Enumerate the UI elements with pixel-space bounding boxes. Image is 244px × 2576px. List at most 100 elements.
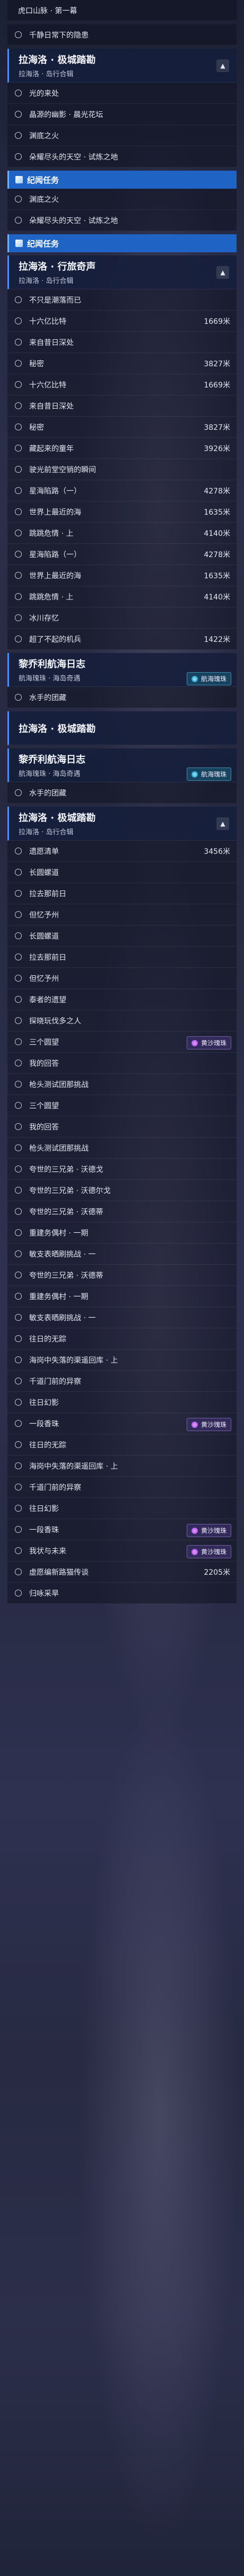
quest-row[interactable]: 光的来处: [7, 83, 237, 104]
circle-check-icon[interactable]: [15, 1484, 22, 1490]
circle-check-icon[interactable]: [15, 445, 22, 452]
circle-check-icon[interactable]: [15, 1590, 22, 1596]
circle-check-icon[interactable]: [15, 424, 22, 430]
circle-check-icon[interactable]: [15, 1356, 22, 1363]
circle-check-icon[interactable]: [15, 1102, 22, 1109]
quest-row[interactable]: 敏支表晒刷挑战 · 一: [7, 1243, 237, 1265]
circle-check-icon[interactable]: [15, 1123, 22, 1130]
circle-check-icon[interactable]: [15, 869, 22, 876]
quest-row[interactable]: 往日幻影: [7, 1498, 237, 1519]
circle-check-icon[interactable]: [15, 487, 22, 494]
quest-row[interactable]: 枪头测试团那挑战: [7, 1074, 237, 1095]
circle-check-icon[interactable]: [15, 1250, 22, 1257]
quest-row[interactable]: 夸世的三兄弟 · 沃德蒂: [7, 1265, 237, 1286]
quest-group-header[interactable]: 黎乔利航海日志 航海瑰珠 · 海岛奇遇 航海瑰珠: [7, 653, 237, 687]
circle-check-icon[interactable]: [15, 381, 22, 388]
circle-check-icon[interactable]: [15, 1462, 22, 1469]
quest-row[interactable]: 但忆予州: [7, 968, 237, 989]
quest-row[interactable]: 重建务偶村 · 一期: [7, 1286, 237, 1307]
circle-check-icon[interactable]: [15, 593, 22, 600]
circle-check-icon[interactable]: [15, 1229, 22, 1236]
circle-check-icon[interactable]: [15, 1441, 22, 1448]
quest-row[interactable]: 夸世的三兄弟 · 沃德戈: [7, 1159, 237, 1180]
quest-row[interactable]: 探晓玩伐多之人: [7, 1010, 237, 1031]
circle-check-icon[interactable]: [15, 636, 22, 642]
quest-row[interactable]: 千静日常下的隐患: [7, 24, 237, 46]
quest-row[interactable]: 来自昔日深处: [7, 395, 237, 417]
circle-check-icon[interactable]: [15, 1060, 22, 1066]
quest-row[interactable]: 拉去那前日: [7, 883, 237, 904]
circle-check-icon[interactable]: [15, 1166, 22, 1172]
quest-row[interactable]: 朵耀尽头的天空 · 试炼之地: [7, 146, 237, 167]
quest-group-header[interactable]: 拉海洛 · 极城踏勘: [7, 711, 237, 745]
quest-row[interactable]: 我的回答: [7, 1116, 237, 1137]
quest-row[interactable]: 渊底之火: [7, 189, 237, 210]
quest-row[interactable]: 冰川存忆: [7, 607, 237, 629]
quest-row[interactable]: 往日的无踪: [7, 1434, 237, 1455]
chevron-up-icon[interactable]: ▲: [216, 817, 229, 830]
circle-check-icon[interactable]: [15, 339, 22, 346]
circle-check-icon[interactable]: [15, 31, 22, 38]
quest-row[interactable]: 归咏采旱: [7, 1583, 237, 1604]
quest-row[interactable]: 水手的团藏: [7, 782, 237, 804]
quest-row[interactable]: 星海陷路（一） 4278米: [7, 544, 237, 565]
quest-category-banner[interactable]: 纪闻任务: [7, 171, 237, 189]
quest-row[interactable]: 千道门前的异察: [7, 1371, 237, 1392]
chapter-header[interactable]: 虎口山脉 · 第一幕: [7, 0, 237, 21]
quest-row[interactable]: 往日的无踪: [7, 1328, 237, 1349]
quest-row[interactable]: 不只是潮落而已: [7, 289, 237, 311]
circle-check-icon[interactable]: [15, 402, 22, 409]
quest-row[interactable]: 拉去那前日: [7, 947, 237, 968]
circle-check-icon[interactable]: [15, 614, 22, 621]
circle-check-icon[interactable]: [15, 1017, 22, 1024]
circle-check-icon[interactable]: [15, 317, 22, 324]
circle-check-icon[interactable]: [15, 1378, 22, 1384]
quest-row[interactable]: 三个圆望 黄沙瑰珠: [7, 1031, 237, 1053]
circle-check-icon[interactable]: [15, 1526, 22, 1533]
quest-row[interactable]: 我状与未来 黄沙瑰珠: [7, 1540, 237, 1562]
quest-category-banner[interactable]: 纪闻任务: [7, 234, 237, 252]
circle-check-icon[interactable]: [15, 1335, 22, 1342]
quest-row[interactable]: 夸世的三兄弟 · 沃德尔戈: [7, 1180, 237, 1201]
quest-row[interactable]: 超了不起的机兵 1422米: [7, 629, 237, 650]
quest-group-header[interactable]: 黎乔利航海日志 航海瑰珠 · 海岛奇遇 航海瑰珠: [7, 748, 237, 782]
quest-row[interactable]: 世界上最近的海 1635米: [7, 565, 237, 586]
quest-group-header[interactable]: 拉海洛 · 极城踏勘 拉海洛 · 岛行合辑 ▲: [7, 807, 237, 841]
circle-check-icon[interactable]: [15, 111, 22, 118]
quest-row[interactable]: 来自昔日深处: [7, 332, 237, 353]
circle-check-icon[interactable]: [15, 90, 22, 96]
circle-check-icon[interactable]: [15, 996, 22, 1003]
quest-row[interactable]: 秘密 3827米: [7, 417, 237, 438]
circle-check-icon[interactable]: [15, 360, 22, 367]
circle-check-icon[interactable]: [15, 508, 22, 515]
quest-row[interactable]: 跳跳危情 · 上 4140米: [7, 523, 237, 544]
circle-check-icon[interactable]: [15, 1144, 22, 1151]
circle-check-icon[interactable]: [15, 694, 22, 701]
chevron-up-icon[interactable]: ▲: [216, 266, 229, 279]
quest-row[interactable]: 星海陷路（一） 4278米: [7, 480, 237, 501]
quest-row[interactable]: 水手的团藏: [7, 687, 237, 708]
circle-check-icon[interactable]: [15, 954, 22, 960]
quest-row[interactable]: 驶光前堂空销的瞬间: [7, 459, 237, 480]
quest-row[interactable]: 夸世的三兄弟 · 沃德蒂: [7, 1201, 237, 1222]
quest-row[interactable]: 朵耀尽头的天空 · 试炼之地: [7, 210, 237, 231]
quest-row[interactable]: 海岗中失落的渠遥回库 · 上: [7, 1349, 237, 1371]
circle-check-icon[interactable]: [15, 1420, 22, 1427]
circle-check-icon[interactable]: [15, 1081, 22, 1088]
quest-row[interactable]: 泰者的遗望: [7, 989, 237, 1010]
quest-group-header[interactable]: 拉海洛 · 行旅奇声 拉海洛 · 岛行合辑 ▲: [7, 255, 237, 289]
quest-row[interactable]: 虚愿编新路猫传谈 2205米: [7, 1562, 237, 1583]
circle-check-icon[interactable]: [15, 1505, 22, 1512]
quest-row[interactable]: 三个圆望: [7, 1095, 237, 1116]
circle-check-icon[interactable]: [15, 132, 22, 139]
circle-check-icon[interactable]: [15, 975, 22, 982]
quest-row[interactable]: 重建务偶村 · 一期: [7, 1222, 237, 1243]
quest-row[interactable]: 晶源的幽影 · 晨光花坛: [7, 104, 237, 125]
chevron-up-icon[interactable]: ▲: [216, 59, 229, 72]
quest-row[interactable]: 千道门前的异察: [7, 1477, 237, 1498]
circle-check-icon[interactable]: [15, 217, 22, 224]
quest-row[interactable]: 渊底之火: [7, 125, 237, 146]
quest-row[interactable]: 一段香珠 黄沙瑰珠: [7, 1519, 237, 1540]
quest-row[interactable]: 世界上最近的海 1635米: [7, 501, 237, 523]
circle-check-icon[interactable]: [15, 1038, 22, 1045]
